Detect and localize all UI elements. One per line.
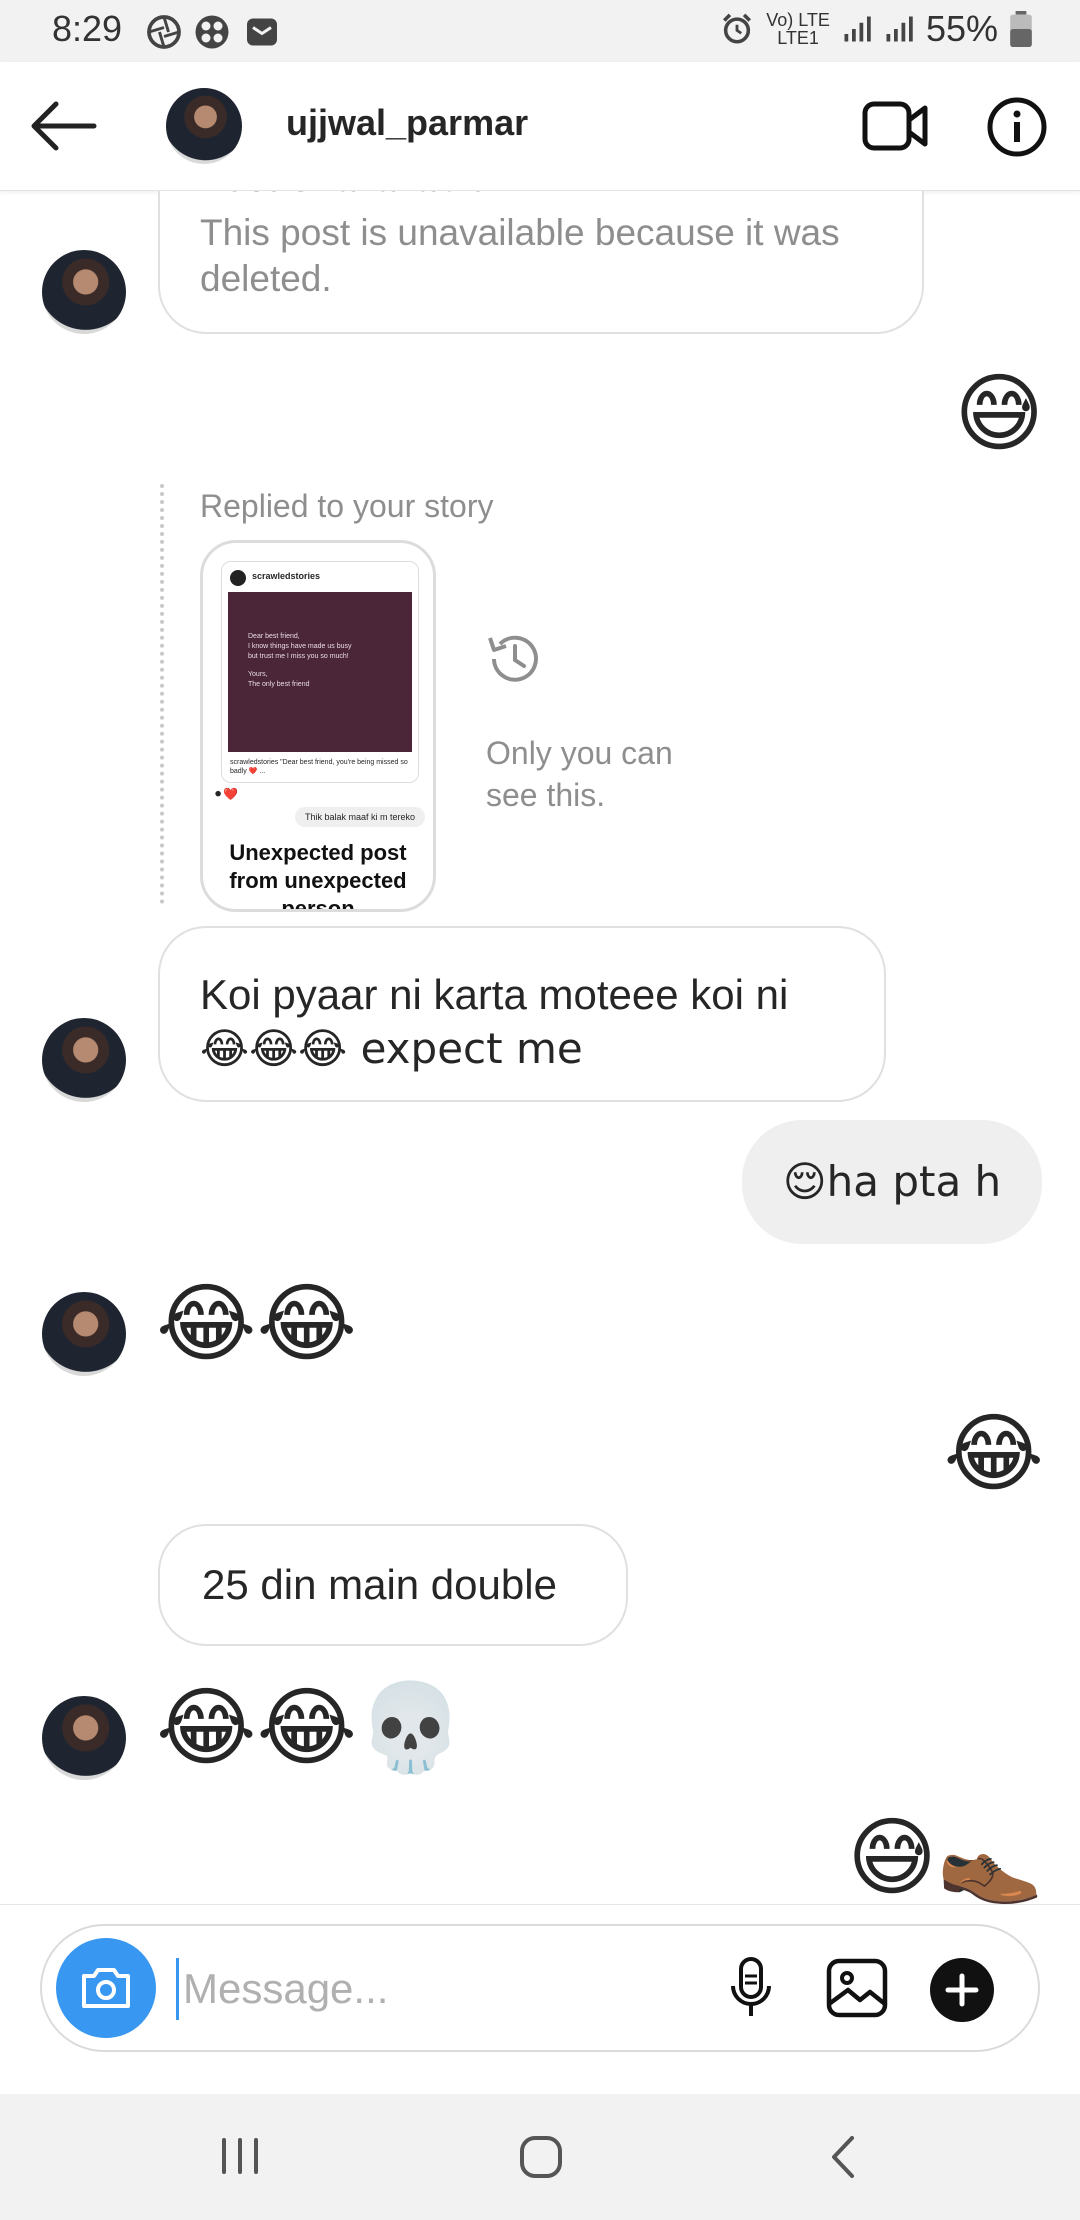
story-account-name: scrawledstories xyxy=(252,571,321,581)
sender-avatar[interactable] xyxy=(42,1696,126,1780)
story-reply-bubble: Thik balak maaf ki m tereko xyxy=(294,807,425,827)
incoming-text-message[interactable]: 25 din main double xyxy=(158,1524,628,1646)
note-line: I know things have made us busy xyxy=(248,643,352,650)
history-icon xyxy=(488,635,538,682)
outgoing-text-message[interactable]: 😌ha pta h xyxy=(742,1120,1042,1244)
home-icon[interactable] xyxy=(518,2134,564,2180)
story-note-image: Dear best friend, I know things have mad… xyxy=(228,592,412,752)
header-avatar[interactable] xyxy=(166,88,242,164)
outgoing-emoji-message[interactable]: 😅 xyxy=(954,364,1044,464)
nav-back-icon[interactable] xyxy=(828,2134,858,2180)
back-arrow-icon[interactable] xyxy=(28,96,98,156)
gallery-icon[interactable] xyxy=(826,1958,888,2018)
plus-icon xyxy=(945,1973,979,2007)
camera-button[interactable] xyxy=(56,1938,156,2038)
outgoing-emoji-message[interactable]: 😂 xyxy=(944,1404,1045,1504)
alarm-icon xyxy=(723,13,752,44)
header-username[interactable]: ujjwal_parmar xyxy=(286,102,528,144)
incoming-emoji-message[interactable]: 😂😂💀 xyxy=(156,1678,464,1778)
status-right: Vo) LTE LTE1 55% xyxy=(720,8,1032,50)
more-options-button[interactable] xyxy=(930,1958,994,2022)
story-reactions: ⚫❤️ xyxy=(213,787,238,801)
sender-avatar[interactable] xyxy=(42,1292,126,1376)
video-camera-icon[interactable] xyxy=(862,98,928,154)
mail-icon xyxy=(247,18,277,46)
story-inner-post: scrawledstories Dear best friend, I know… xyxy=(221,561,419,783)
story-headline: Unexpected post from unexpected person xyxy=(229,840,407,912)
note-line: Dear best friend, xyxy=(248,633,300,640)
message-text-line: 😂😂😂 expect me xyxy=(200,1024,583,1073)
battery-percent: 55% xyxy=(925,8,998,49)
story-preview-card[interactable]: scrawledstories Dear best friend, I know… xyxy=(200,540,436,912)
outgoing-emoji-message[interactable]: 😅👞 xyxy=(847,1808,1044,1908)
system-nav-bar xyxy=(0,2094,1080,2220)
battery-icon xyxy=(1010,11,1032,47)
message-text-line: Koi pyaar ni karta moteee koi ni xyxy=(200,971,789,1018)
note-line: The only best friend xyxy=(248,681,310,688)
header-overlay: ujjwal_parmar xyxy=(0,62,1080,190)
note-line: but trust me I miss you so much! xyxy=(248,653,349,660)
story-reply-label: Replied to your story xyxy=(200,488,494,524)
status-bar: 8:29 Vo) LTE LTE1 55% xyxy=(0,0,1080,62)
message-input[interactable] xyxy=(176,1958,705,2020)
signal-icon-2 xyxy=(886,16,913,42)
story-caption: scrawledstories "Dear best friend, you'r… xyxy=(230,759,408,775)
app-grid-icon xyxy=(195,15,229,49)
deleted-post-text: This post is unavailable because it was … xyxy=(200,212,840,299)
aperture-icon xyxy=(147,15,181,49)
story-reply-line xyxy=(160,484,164,904)
only-you-notice: Only you can see this. xyxy=(486,735,673,813)
microphone-icon[interactable] xyxy=(726,1956,776,2020)
incoming-emoji-message[interactable]: 😂😂 xyxy=(156,1274,357,1374)
story-account-avatar xyxy=(230,570,246,586)
sender-avatar[interactable] xyxy=(42,1018,126,1102)
incoming-text-message[interactable]: Koi pyaar ni karta moteee koi ni 😂😂😂 exp… xyxy=(158,926,886,1102)
recent-apps-icon[interactable] xyxy=(218,2136,262,2176)
note-line: Yours, xyxy=(248,671,268,678)
network-indicator: Vo) LTE LTE1 xyxy=(766,10,830,48)
signal-icon xyxy=(844,16,871,42)
status-time: 8:29 xyxy=(52,8,123,49)
sender-avatar[interactable] xyxy=(42,250,126,334)
camera-icon xyxy=(82,1968,130,2008)
info-icon[interactable] xyxy=(986,96,1048,158)
